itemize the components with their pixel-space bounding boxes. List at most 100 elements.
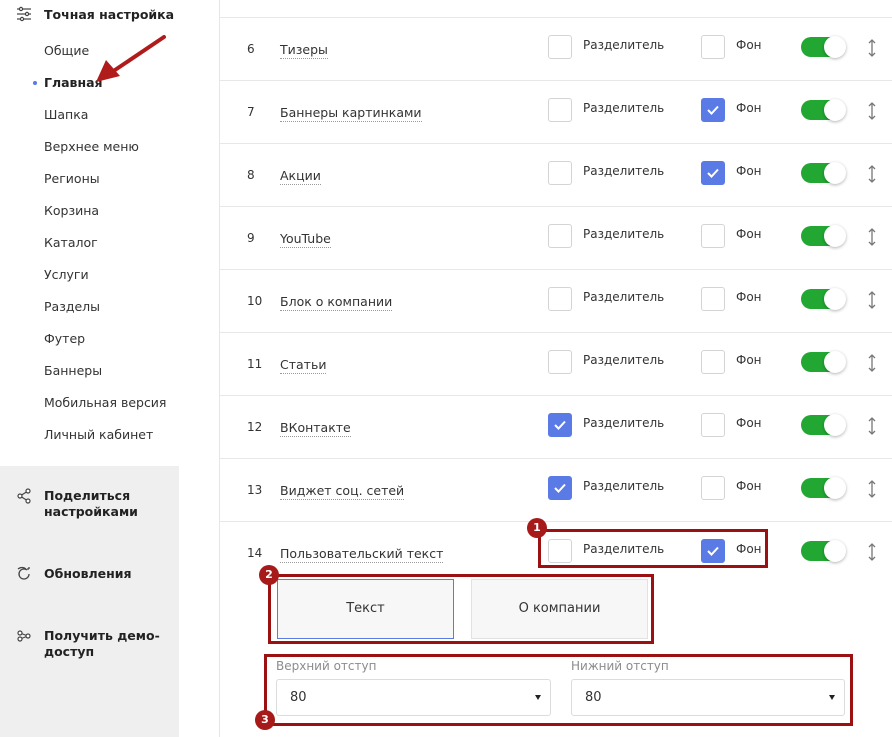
annotation-arrow-icon [96, 35, 166, 82]
callout-badge-2: 2 [259, 565, 279, 585]
row-number: 6 [247, 42, 255, 56]
background-checkbox[interactable] [701, 161, 725, 185]
fine-tuning-header[interactable]: Точная настройка [16, 6, 174, 22]
update-icon [17, 566, 30, 580]
sidebar-item-cart[interactable]: Корзина [44, 202, 166, 234]
drag-handle-icon[interactable] [866, 416, 878, 436]
sidebar-item-account[interactable]: Личный кабинет [44, 426, 166, 458]
block-name-link[interactable]: Статьи [280, 357, 327, 374]
block-enabled-toggle[interactable] [801, 540, 846, 562]
table-row: 13 Виджет соц. сетей Разделитель Фон [220, 459, 892, 522]
separator-label: Разделитель [583, 353, 665, 367]
sidebar-item-services[interactable]: Услуги [44, 266, 166, 298]
block-name-link[interactable]: ВКонтакте [280, 420, 351, 437]
toggle-knob [824, 414, 846, 436]
separator-label: Разделитель [583, 101, 665, 115]
separator-checkbox[interactable] [548, 161, 572, 185]
block-name-link[interactable]: YouTube [280, 231, 331, 248]
separator-checkbox[interactable] [548, 224, 572, 248]
background-checkbox[interactable] [701, 287, 725, 311]
block-name-link[interactable]: Пользовательский текст [280, 546, 444, 563]
separator-checkbox[interactable] [548, 476, 572, 500]
sidebar-item-banners[interactable]: Баннеры [44, 362, 166, 394]
drag-handle-icon[interactable] [866, 38, 878, 58]
checkmark-icon [707, 105, 719, 115]
separator-checkbox[interactable] [548, 287, 572, 311]
background-label: Фон [736, 290, 762, 304]
background-label: Фон [736, 416, 762, 430]
background-checkbox[interactable] [701, 35, 725, 59]
updates-link[interactable]: Обновления [16, 566, 164, 582]
table-row: 11 Статьи Разделитель Фон [220, 333, 892, 396]
sidebar-item-top-menu[interactable]: Верхнее меню [44, 138, 166, 170]
toggle-knob [824, 540, 846, 562]
demo-access-link[interactable]: Получить демо-доступ [16, 628, 164, 660]
sidebar-item-sections[interactable]: Разделы [44, 298, 166, 330]
drag-handle-icon[interactable] [866, 290, 878, 310]
toggle-knob [824, 351, 846, 373]
separator-label: Разделитель [583, 227, 665, 241]
background-checkbox[interactable] [701, 224, 725, 248]
share-settings-link[interactable]: Поделиться настройками [16, 488, 164, 520]
block-enabled-toggle[interactable] [801, 351, 846, 373]
separator-label: Разделитель [583, 479, 665, 493]
sidebar: Точная настройка Общие Главная Шапка Вер… [0, 0, 220, 737]
separator-checkbox[interactable] [548, 35, 572, 59]
block-enabled-toggle[interactable] [801, 36, 846, 58]
sidebar-item-header[interactable]: Шапка [44, 106, 166, 138]
table-row: 6 Тизеры Разделитель Фон [220, 18, 892, 81]
background-checkbox[interactable] [701, 98, 725, 122]
drag-handle-icon[interactable] [866, 542, 878, 562]
drag-handle-icon[interactable] [866, 479, 878, 499]
row-number: 9 [247, 231, 255, 245]
updates-label: Обновления [44, 566, 132, 581]
block-enabled-toggle[interactable] [801, 477, 846, 499]
block-name-link[interactable]: Акции [280, 168, 321, 185]
sidebar-item-catalog[interactable]: Каталог [44, 234, 166, 266]
toggle-knob [824, 225, 846, 247]
block-enabled-toggle[interactable] [801, 99, 846, 121]
sidebar-actions-panel: Поделиться настройками Обновления Получи… [0, 466, 179, 737]
callout-box-2 [268, 574, 654, 644]
sliders-icon [17, 6, 31, 22]
row-number: 8 [247, 168, 255, 182]
sidebar-item-regions[interactable]: Регионы [44, 170, 166, 202]
background-checkbox[interactable] [701, 350, 725, 374]
share-icon [17, 488, 31, 504]
drag-handle-icon[interactable] [866, 164, 878, 184]
background-label: Фон [736, 479, 762, 493]
separator-checkbox[interactable] [548, 98, 572, 122]
table-row: 12 ВКонтакте Разделитель Фон [220, 396, 892, 459]
sidebar-item-footer[interactable]: Футер [44, 330, 166, 362]
drag-handle-icon[interactable] [866, 353, 878, 373]
drag-handle-icon[interactable] [866, 101, 878, 121]
block-enabled-toggle[interactable] [801, 288, 846, 310]
row-number: 14 [247, 546, 263, 560]
network-icon [17, 630, 31, 642]
background-checkbox[interactable] [701, 476, 725, 500]
background-label: Фон [736, 227, 762, 241]
background-label: Фон [736, 38, 762, 52]
row-number: 13 [247, 483, 263, 497]
block-enabled-toggle[interactable] [801, 162, 846, 184]
background-checkbox[interactable] [701, 413, 725, 437]
block-name-link[interactable]: Блок о компании [280, 294, 393, 311]
background-label: Фон [736, 164, 762, 178]
table-row: 10 Блок о компании Разделитель Фон [220, 270, 892, 333]
drag-handle-icon[interactable] [866, 227, 878, 247]
separator-checkbox[interactable] [548, 413, 572, 437]
row-number: 11 [247, 357, 263, 371]
separator-label: Разделитель [583, 38, 665, 52]
row-number: 10 [247, 294, 263, 308]
block-enabled-toggle[interactable] [801, 414, 846, 436]
toggle-knob [824, 288, 846, 310]
block-name-link[interactable]: Виджет соц. сетей [280, 483, 405, 500]
block-name-link[interactable]: Тизеры [280, 42, 328, 59]
block-enabled-toggle[interactable] [801, 225, 846, 247]
separator-checkbox[interactable] [548, 350, 572, 374]
sidebar-menu: Общие Главная Шапка Верхнее меню Регионы… [33, 42, 166, 458]
block-name-link[interactable]: Баннеры картинками [280, 105, 422, 122]
separator-label: Разделитель [583, 290, 665, 304]
sidebar-item-mobile[interactable]: Мобильная версия [44, 394, 166, 426]
toggle-knob [824, 477, 846, 499]
